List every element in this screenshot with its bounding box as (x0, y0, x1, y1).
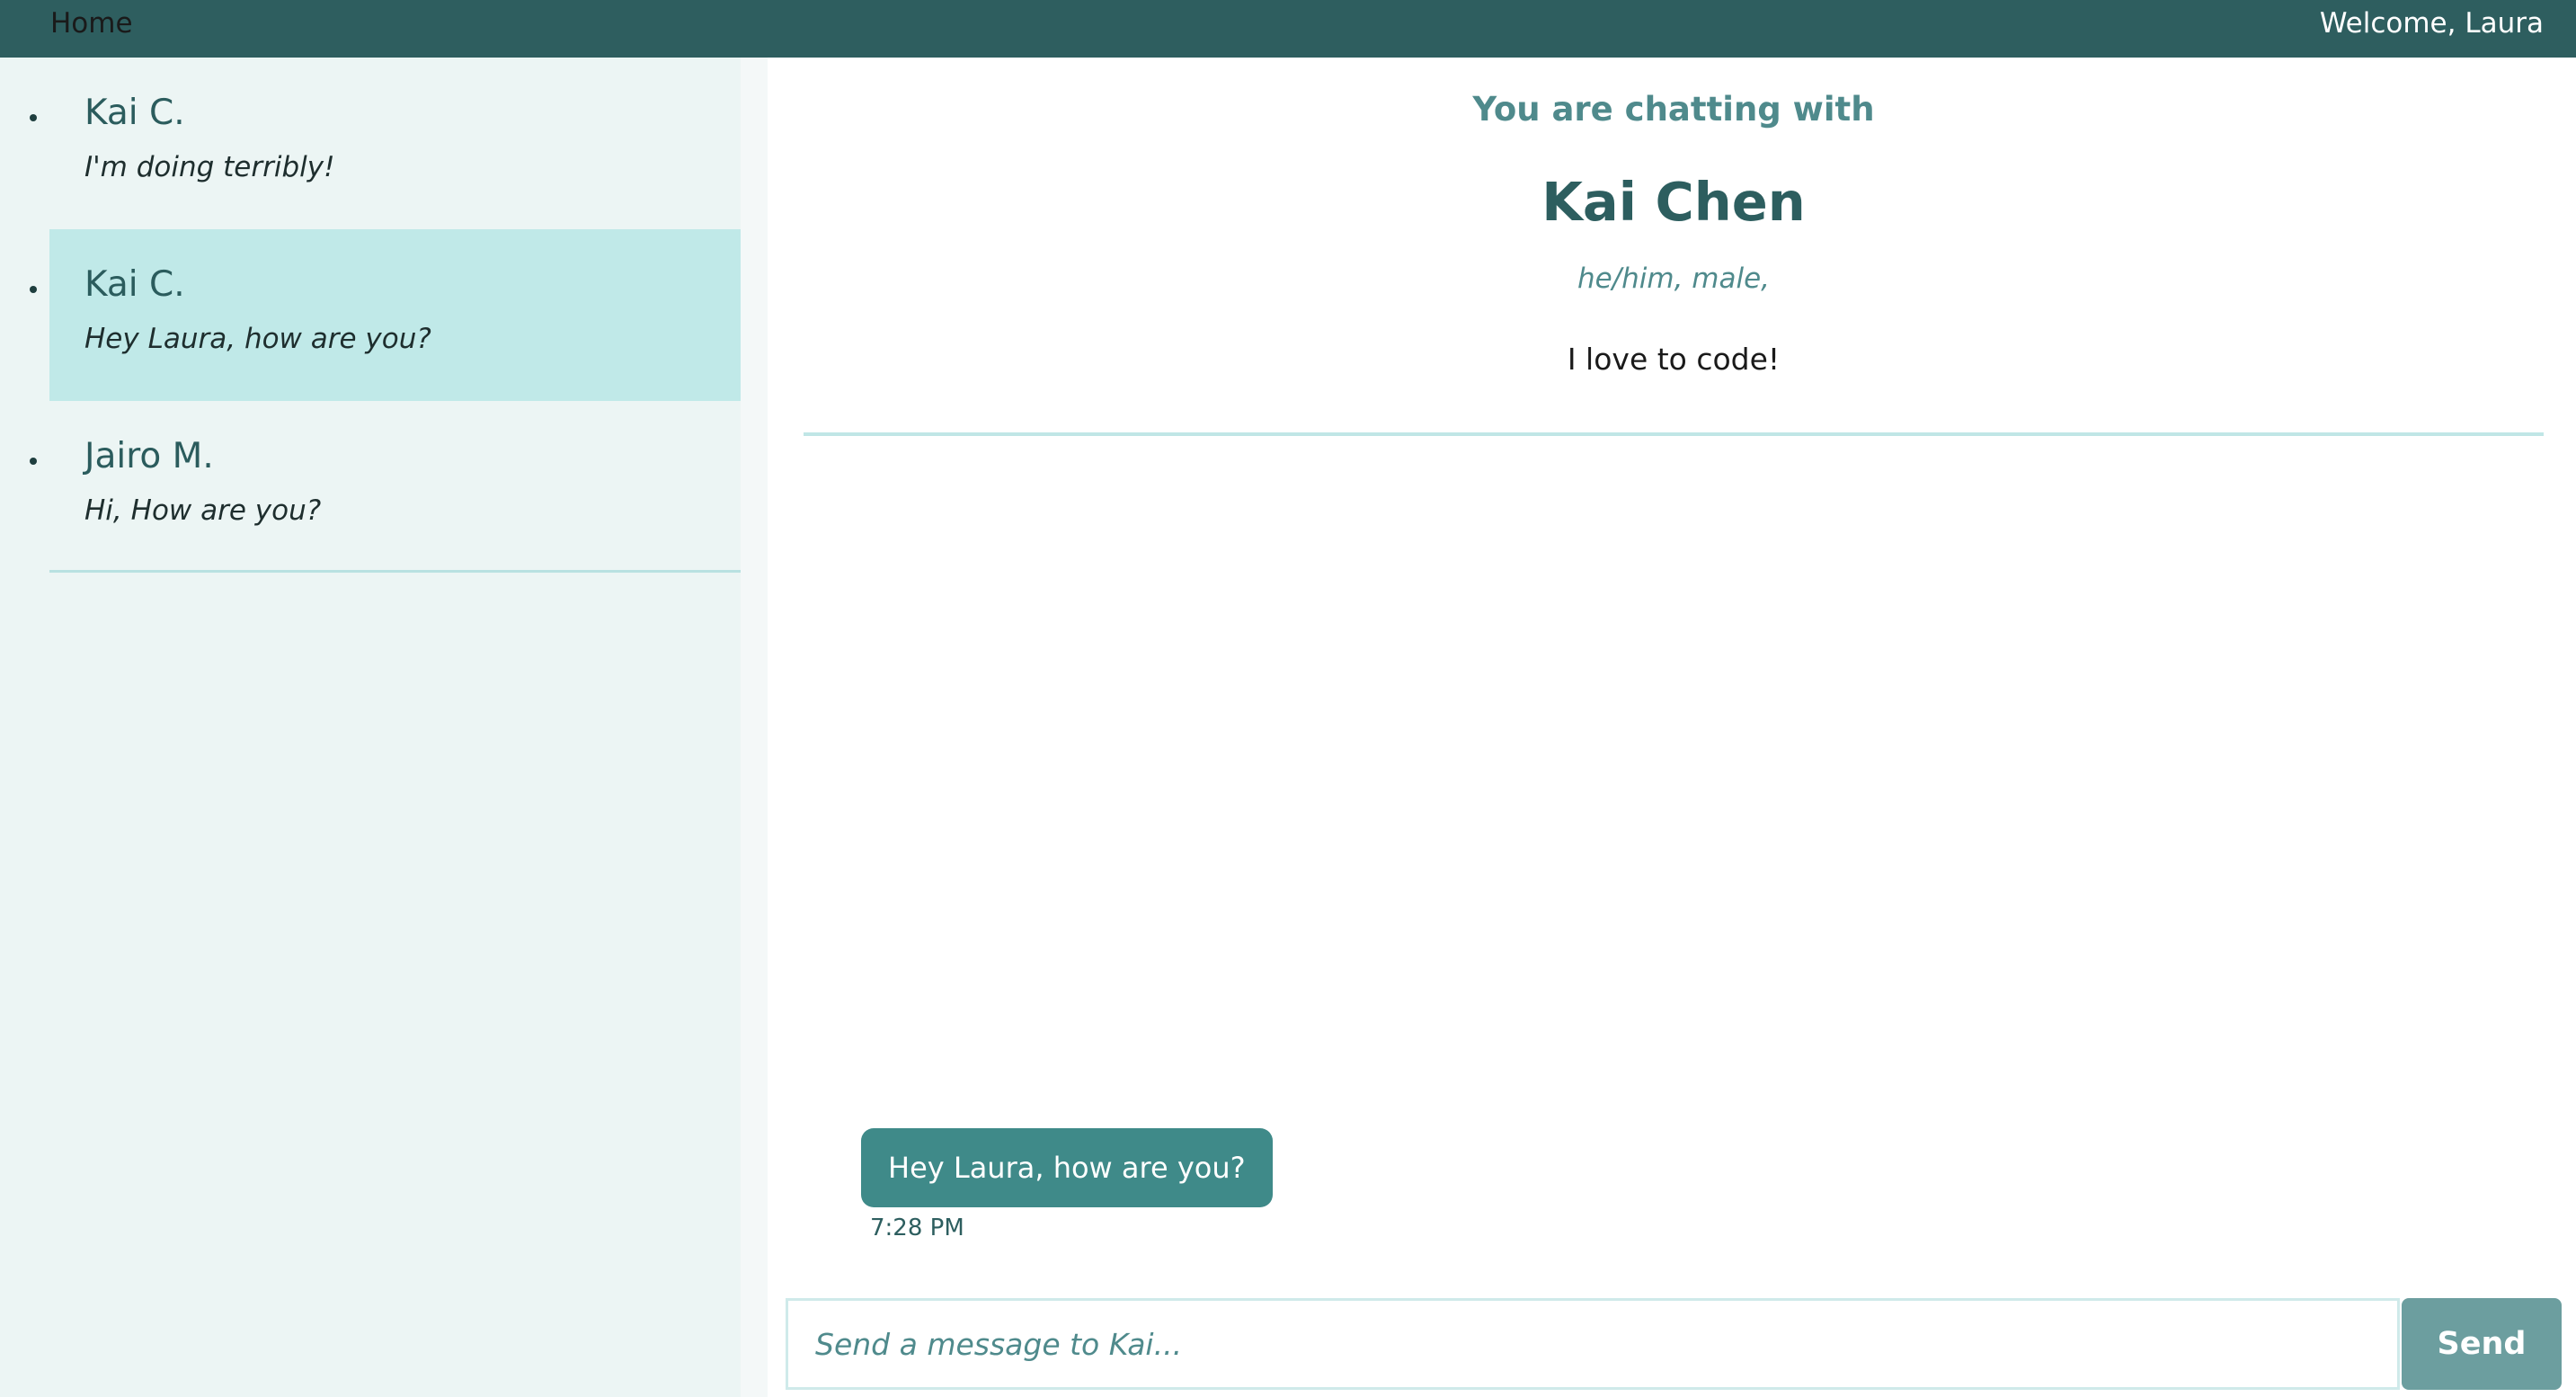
send-button[interactable]: Send (2402, 1298, 2562, 1390)
conversation-name: Kai C. (84, 93, 185, 133)
conversation-preview: Hi, How are you? (84, 494, 322, 527)
conversation-item[interactable]: Jairo M. Hi, How are you? (49, 401, 741, 573)
chat-lead-text: You are chatting with (1472, 90, 1875, 129)
contact-bio: I love to code! (1567, 342, 1781, 377)
top-navbar: Home Welcome, Laura (0, 0, 2576, 58)
conversation-item[interactable]: Kai C. I'm doing terribly! (49, 58, 741, 229)
conversation-sidebar: Kai C. I'm doing terribly! Kai C. Hey La… (0, 58, 741, 1397)
header-divider (804, 432, 2544, 436)
sidebar-scroll-gutter (741, 58, 768, 1397)
contact-name: Kai Chen (1541, 171, 1806, 233)
message-bubble: Hey Laura, how are you? (861, 1128, 1273, 1207)
conversation-preview: I'm doing terribly! (84, 151, 335, 183)
home-link[interactable]: Home (50, 7, 133, 40)
message-timestamp: 7:28 PM (870, 1215, 964, 1241)
contact-pronouns: he/him, male, (1577, 262, 1771, 295)
conversation-name: Jairo M. (84, 436, 214, 476)
conversation-name: Kai C. (84, 264, 185, 305)
welcome-text: Welcome, Laura (2319, 7, 2544, 40)
conversation-preview: Hey Laura, how are you? (84, 323, 431, 355)
message-input[interactable] (786, 1298, 2400, 1390)
conversation-list: Kai C. I'm doing terribly! Kai C. Hey La… (49, 58, 741, 573)
conversation-item-active[interactable]: Kai C. Hey Laura, how are you? (49, 229, 741, 401)
